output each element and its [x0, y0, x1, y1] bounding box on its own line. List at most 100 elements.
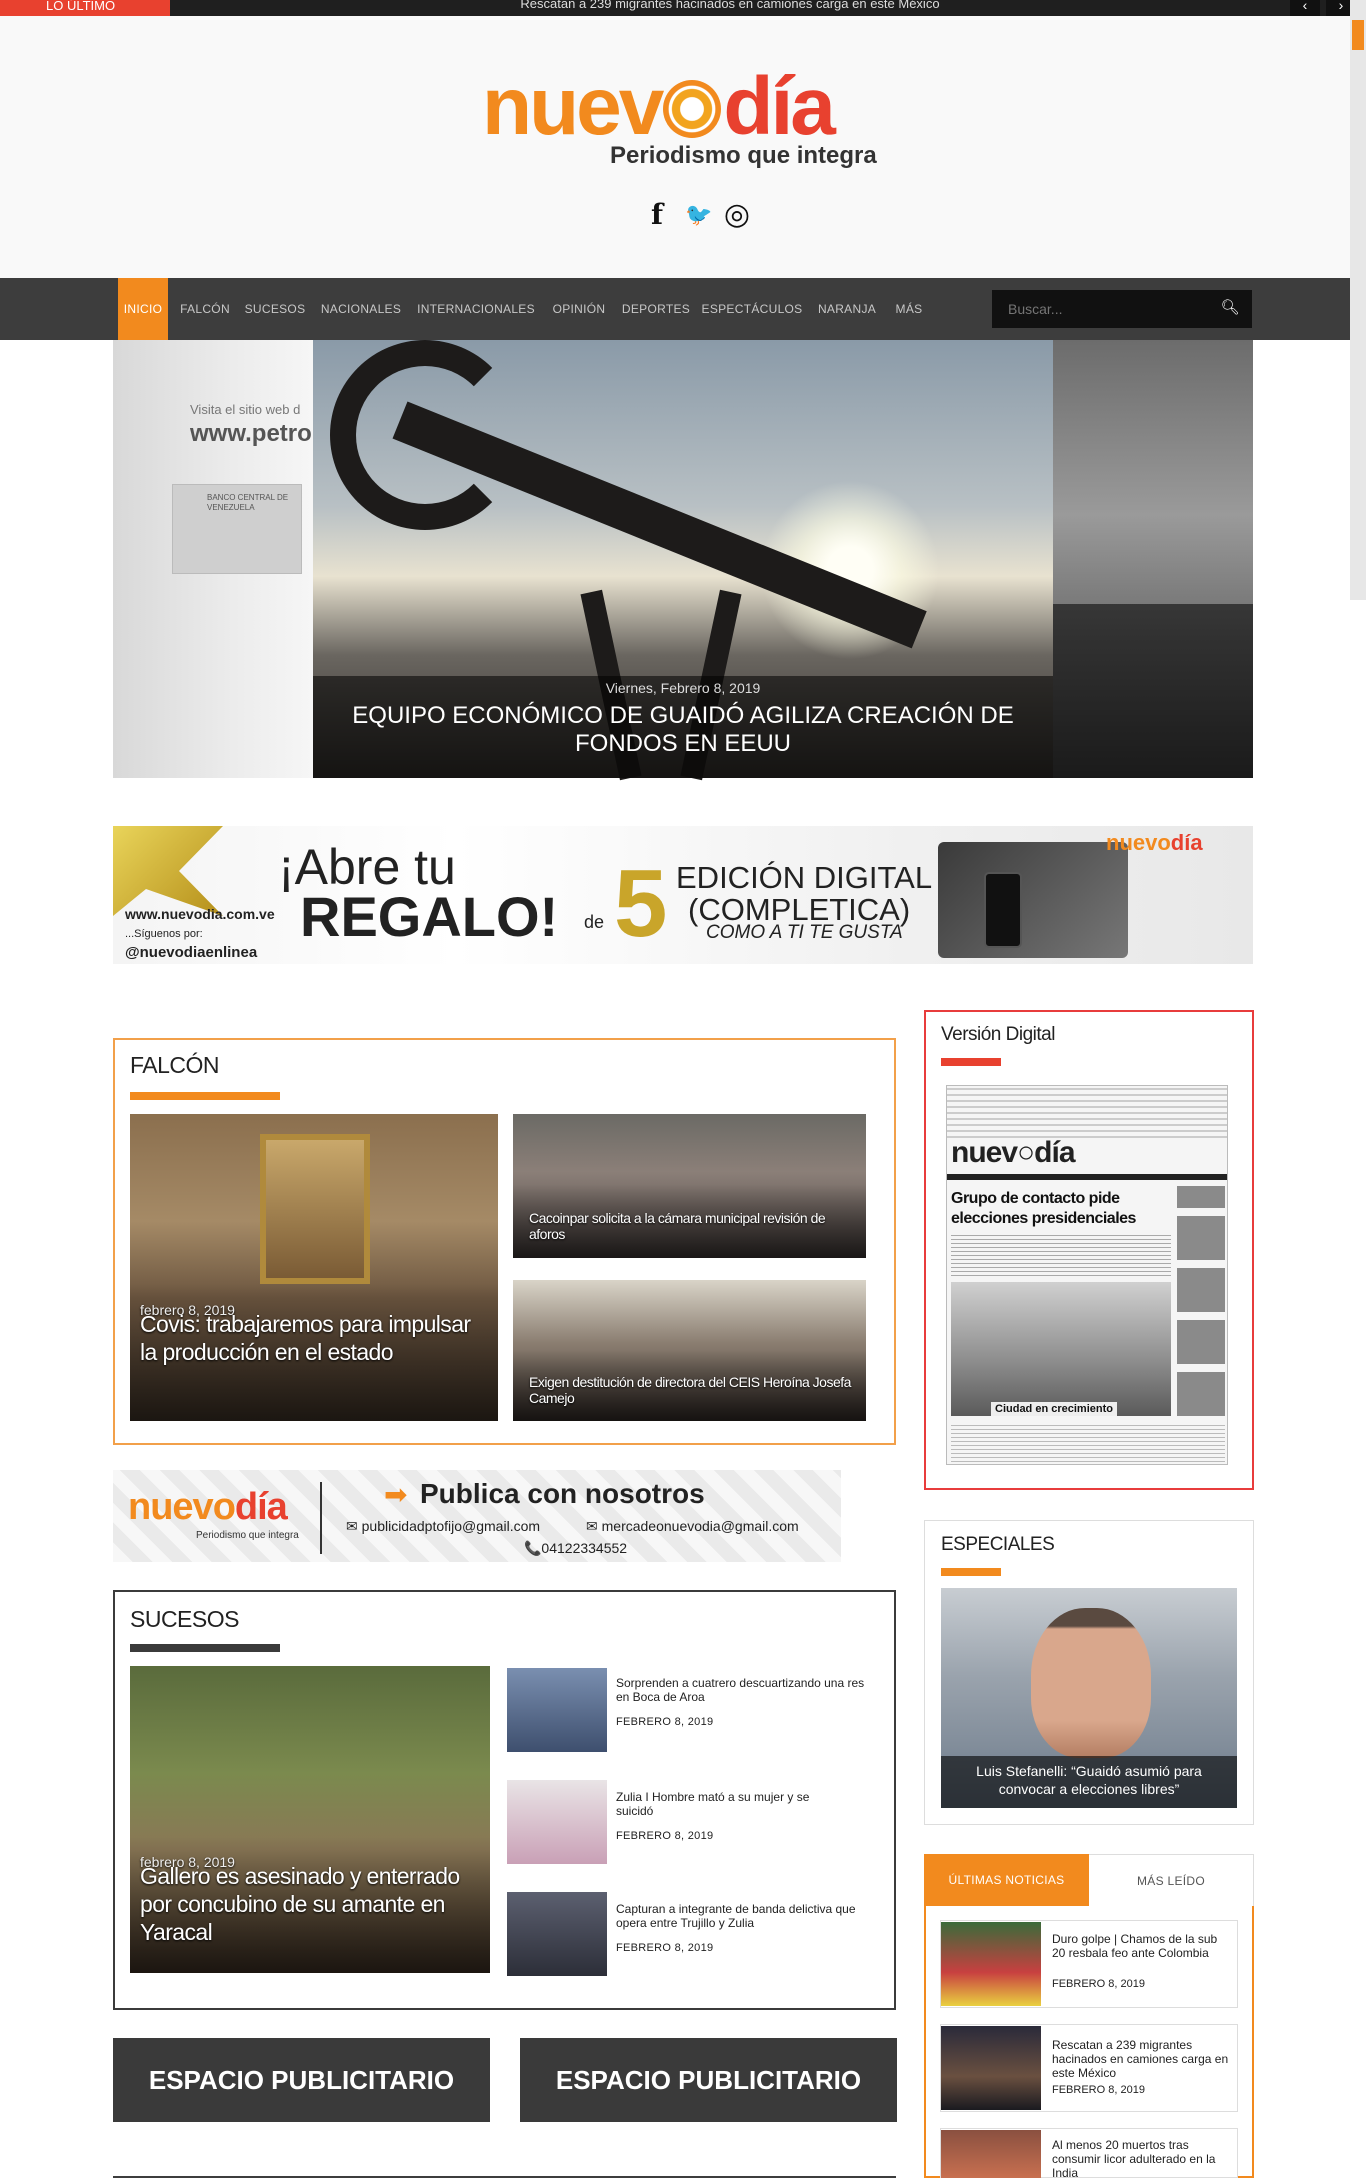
- publica-phone: 📞04122334552: [524, 1540, 628, 1556]
- sucesos-list-thumb-2[interactable]: [507, 1780, 607, 1864]
- scrollbar-thumb[interactable]: [1352, 20, 1364, 50]
- banner-handle: @nuevodiaenlinea: [125, 944, 258, 961]
- site-tagline: Periodismo que integra: [610, 142, 877, 169]
- falcon-story-1-title[interactable]: Cacoinpar solicita a la cámara municipal…: [529, 1210, 859, 1242]
- paper-masthead-a: nuev: [951, 1136, 1018, 1169]
- slide-prev-logo-text: BANCO CENTRAL DE VENEZUELA: [207, 493, 289, 512]
- especiales-caption[interactable]: Luis Stefanelli: “Guaidó asumió para con…: [951, 1762, 1227, 1798]
- latest-title-3[interactable]: Al menos 20 muertos tras consumir licor …: [1052, 2138, 1232, 2178]
- sucesos-list-title-3[interactable]: Capturan a integrante de banda delictiva…: [616, 1902, 866, 1930]
- publica-title: Publica con nosotros: [420, 1478, 705, 1509]
- logo-text-dia: día: [723, 61, 835, 152]
- tab-ultimas-noticias[interactable]: ÚLTIMAS NOTICIAS: [924, 1854, 1089, 1906]
- lo-ultimo-label: LO ÚLTIMO: [0, 0, 170, 16]
- falcon-story-2[interactable]: Exigen destitución de directora del CEIS…: [513, 1280, 866, 1421]
- latest-title-1[interactable]: Duro golpe | Chamos de la sub 20 resbala…: [1052, 1932, 1232, 1960]
- publica-logo: nuevodía: [128, 1486, 288, 1529]
- latest-title-2[interactable]: Rescatan a 239 migrantes hacinados en ca…: [1052, 2038, 1232, 2080]
- nav-item-internacionales[interactable]: INTERNACIONALES: [414, 278, 538, 340]
- slide-prev-text: Visita el sitio web d: [190, 402, 301, 417]
- publica-email-2[interactable]: ✉ mercadeonuevodia@gmail.com: [586, 1518, 799, 1535]
- person-face: [1031, 1608, 1151, 1758]
- tab-mas-leido[interactable]: MÁS LEÍDO: [1089, 1854, 1254, 1906]
- paper-body-text: [951, 1232, 1171, 1276]
- slide-next-overlay: [1053, 604, 1253, 778]
- falcon-story-2-title[interactable]: Exigen destitución de directora del CEIS…: [529, 1374, 859, 1406]
- paper-photo: [951, 1282, 1171, 1416]
- paper-masthead-b: día: [1034, 1136, 1075, 1169]
- scrollbar[interactable]: [1350, 0, 1366, 600]
- ad-space-right[interactable]: ESPACIO PUBLICITARIO: [520, 2038, 897, 2122]
- banner-url: www.nuevodia.com.ve: [125, 906, 275, 922]
- twitter-icon[interactable]: 🐦: [682, 198, 716, 232]
- sucesos-main-title[interactable]: Gallero es asesinado y enterrado por con…: [140, 1862, 480, 1946]
- publica-logo-b: día: [234, 1486, 288, 1528]
- paper-headline-2: elecciones presidenciales: [951, 1210, 1136, 1227]
- banner-logo: nuevodía: [1106, 830, 1203, 856]
- sucesos-list-title-1[interactable]: Sorprenden a cuatrero descuartizando una…: [616, 1676, 866, 1704]
- paper-top-text: [947, 1086, 1227, 1138]
- phone-image: [984, 872, 1022, 948]
- logo-text-nuev: nuev: [482, 61, 664, 152]
- slide-prev-url: www.petro: [190, 420, 312, 447]
- sucesos-title[interactable]: SUCESOS: [130, 1606, 239, 1633]
- facebook-icon[interactable]: f: [640, 198, 674, 232]
- slide-title[interactable]: EQUIPO ECONÓMICO DE GUAIDÓ AGILIZA CREAC…: [343, 702, 1023, 758]
- banner-logo-b: día: [1170, 830, 1203, 855]
- arrow-right-icon: ➡: [384, 1479, 408, 1510]
- nav-item-naranja[interactable]: NARANJA: [814, 278, 880, 340]
- sucesos-list-title-2[interactable]: Zulia I Hombre mató a su mujer y se suic…: [616, 1790, 846, 1818]
- laptop-image: [938, 842, 1128, 958]
- slide-date: Viernes, Febrero 8, 2019: [605, 680, 761, 696]
- nav-item-opinion[interactable]: OPINIÓN: [546, 278, 612, 340]
- instagram-icon[interactable]: ◎: [720, 198, 754, 232]
- search-icon[interactable]: 🔍︎: [1220, 298, 1240, 318]
- banner-edicion: EDICIÓN DIGITAL: [676, 860, 933, 895]
- banner-de: de: [584, 912, 605, 932]
- publica-email-1[interactable]: ✉ publicidadptofijo@gmail.com: [346, 1518, 540, 1535]
- nav-item-inicio[interactable]: INICIO: [118, 278, 168, 340]
- nav-item-espectaculos[interactable]: ESPECTÁCULOS: [700, 278, 804, 340]
- ticker-headline[interactable]: Rescatan a 239 migrantes hacinados en ca…: [300, 0, 1160, 16]
- paper-masthead: nuev○día: [951, 1136, 1076, 1169]
- newspaper-cover[interactable]: nuev○día Grupo de contacto pide eleccion…: [946, 1085, 1228, 1465]
- sucesos-list-date-1: FEBRERO 8, 2019: [616, 1716, 714, 1728]
- ad-space-left[interactable]: ESPACIO PUBLICITARIO: [113, 2038, 490, 2122]
- publica-logo-tag: Periodismo que integra: [196, 1530, 299, 1541]
- paper-side-photos: [1177, 1186, 1225, 1416]
- paper-photo-caption: Ciudad en crecimiento: [991, 1402, 1117, 1416]
- sun-logo-icon: [663, 80, 722, 138]
- especiales-title: ESPECIALES: [941, 1534, 1055, 1555]
- sucesos-list-thumb-3[interactable]: [507, 1892, 607, 1976]
- falcon-title-bar: [130, 1092, 280, 1100]
- falcon-main-story[interactable]: febrero 8, 2019 Covis: trabajaremos para…: [130, 1114, 498, 1421]
- nav-item-sucesos[interactable]: SUCESOS: [242, 278, 308, 340]
- falcon-title[interactable]: FALCÓN: [130, 1052, 220, 1079]
- paper-headline-1: Grupo de contacto pide: [951, 1190, 1120, 1207]
- search-input[interactable]: [992, 290, 1252, 328]
- falcon-main-title[interactable]: Covis: trabajaremos para impulsar la pro…: [140, 1310, 480, 1366]
- portrait-painting: [260, 1134, 370, 1284]
- latest-thumb-3[interactable]: [941, 2130, 1041, 2178]
- falcon-story-1[interactable]: Cacoinpar solicita a la cámara municipal…: [513, 1114, 866, 1258]
- version-digital-title: Versión Digital: [941, 1024, 1055, 1045]
- latest-date-1: FEBRERO 8, 2019: [1052, 1978, 1145, 1990]
- nav-item-nacionales[interactable]: NACIONALES: [316, 278, 406, 340]
- latest-thumb-2[interactable]: [941, 2026, 1041, 2110]
- nav-item-deportes[interactable]: DEPORTES: [620, 278, 692, 340]
- sucesos-list-thumb-1[interactable]: [507, 1668, 607, 1752]
- especiales-story[interactable]: Luis Stefanelli: “Guaidó asumió para con…: [941, 1588, 1237, 1808]
- sucesos-main-story[interactable]: febrero 8, 2019 Gallero es asesinado y e…: [130, 1666, 490, 1973]
- nav-item-mas[interactable]: MÁS: [888, 278, 930, 340]
- sucesos-list-date-2: FEBRERO 8, 2019: [616, 1830, 714, 1842]
- banner-logo-a: nuevo: [1106, 830, 1171, 855]
- banner-como: COMO A TI TE GUSTA: [706, 922, 903, 943]
- banner-five-years: 5: [614, 850, 668, 957]
- nav-item-falcon[interactable]: FALCÓN: [174, 278, 236, 340]
- ticker-prev-button[interactable]: ‹: [1290, 0, 1320, 16]
- site-logo[interactable]: nuev día: [482, 66, 836, 148]
- publica-logo-a: nuevo: [128, 1486, 236, 1528]
- banner-siguenos: ...Síguenos por:: [125, 928, 203, 940]
- banner-regalo: REGALO!: [300, 885, 559, 948]
- latest-thumb-1[interactable]: [941, 1922, 1041, 2006]
